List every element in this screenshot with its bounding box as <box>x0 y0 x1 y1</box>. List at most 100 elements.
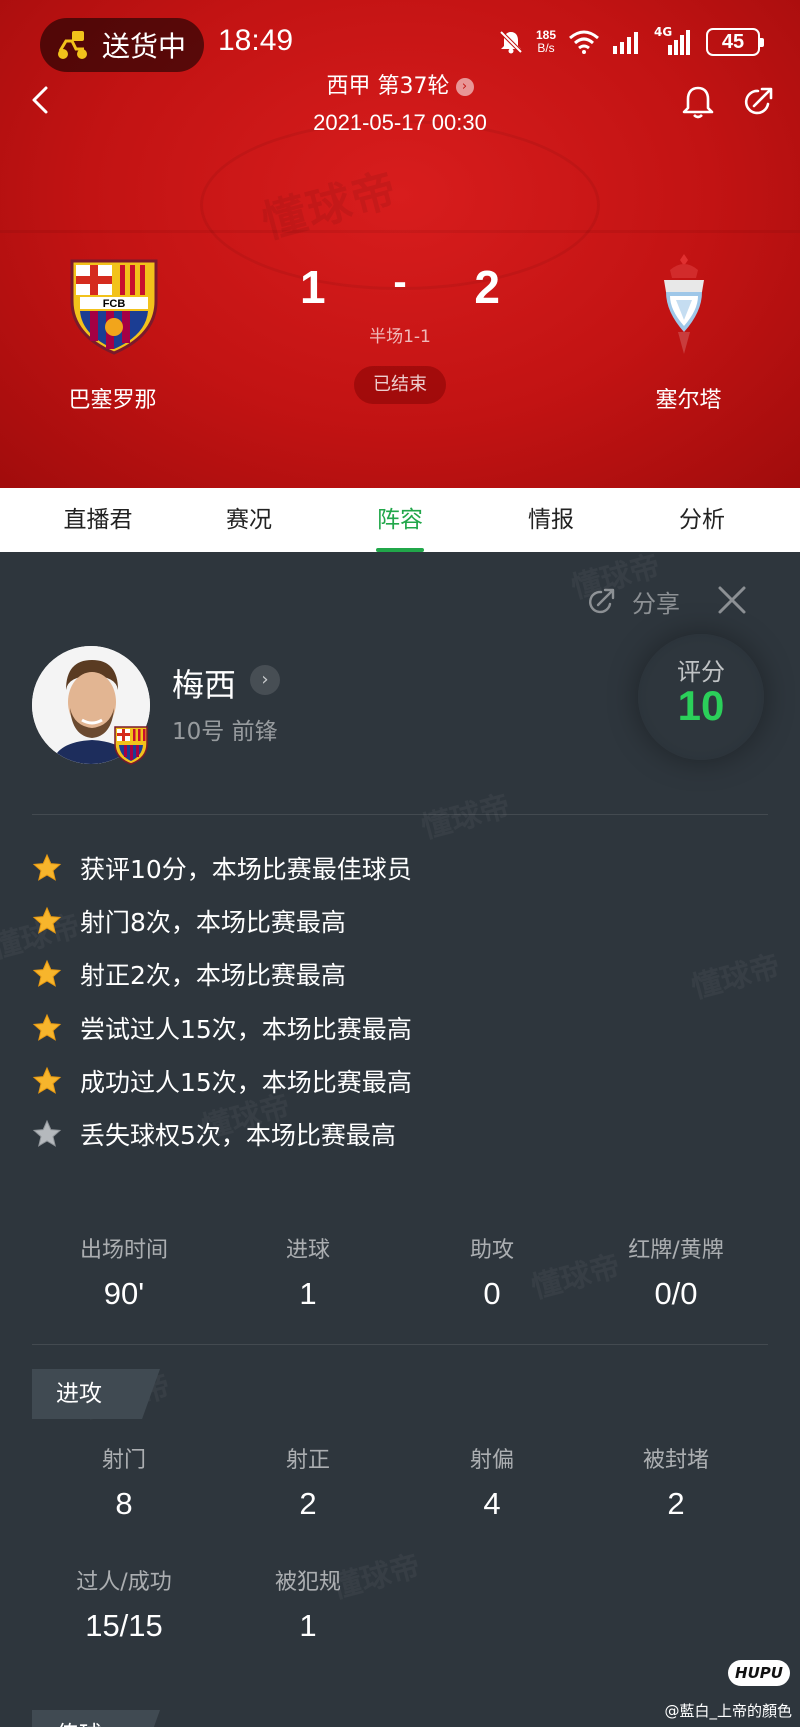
player-name[interactable]: 梅西 <box>172 660 236 706</box>
wifi-icon <box>569 30 599 54</box>
match-header: 懂球帝 送货中 18:49 185 B/s 4G 45 西甲 第37轮 › 20… <box>0 0 800 488</box>
share-icon <box>589 588 615 613</box>
tab-match-events[interactable]: 赛况 <box>179 488 319 552</box>
highlights-list: 获评10分，本场比赛最佳球员 射门8次，本场比赛最高 射正2次，本场比赛最高 尝… <box>32 841 772 1161</box>
rating-value: 10 <box>677 682 725 729</box>
highlight-text: 成功过人15次，本场比赛最高 <box>80 1067 412 1097</box>
stat-label: 被犯规 <box>274 1570 341 1595</box>
stat-label: 助攻 <box>469 1238 514 1263</box>
stat-assists: 助攻 0 <box>400 1232 584 1312</box>
home-score: 1 <box>300 261 326 313</box>
club-badge-icon <box>114 726 148 765</box>
celta-crest-icon[interactable] <box>654 252 714 356</box>
gold-star-icon <box>32 1066 62 1094</box>
status-time: 18:49 <box>218 24 294 57</box>
away-team-name[interactable]: 塞尔塔 <box>606 382 771 414</box>
bell-icon[interactable] <box>678 82 718 122</box>
network-speed: 185 B/s <box>536 29 556 55</box>
panel-share-button[interactable]: 分享 <box>584 584 680 619</box>
attack-stats-row-1: 射门 8 射正 2 射偏 4 被封堵 2 <box>32 1442 768 1522</box>
list-item: 尝试过人15次，本场比赛最高 <box>32 1001 772 1054</box>
highlight-text: 射门8次，本场比赛最高 <box>80 907 346 937</box>
stat-label: 出场时间 <box>79 1238 168 1263</box>
highlight-text: 尝试过人15次，本场比赛最高 <box>80 1014 412 1044</box>
share-label: 分享 <box>632 590 680 618</box>
hupu-logo: HUPU <box>728 1660 790 1686</box>
stat-value: 1 <box>299 1276 317 1311</box>
stat-shots-off-target: 射偏 4 <box>400 1442 584 1522</box>
section-tag-attack: 进攻 <box>32 1369 160 1419</box>
scoreline: 1 - 2 <box>300 260 500 314</box>
signal-4g-icon: 4G <box>654 25 694 55</box>
player-detail-panel: 懂球帝 懂球帝 懂球帝 懂球帝 懂球帝 懂球帝 懂球帝 懂球帝 分享 <box>0 552 800 1727</box>
stat-label: 射正 <box>285 1448 330 1473</box>
delivery-status-pill[interactable]: 送货中 <box>40 18 204 72</box>
list-item: 射正2次，本场比赛最高 <box>32 948 772 1001</box>
gold-star-icon <box>32 853 62 881</box>
stat-shots-on-target: 射正 2 <box>216 1442 400 1522</box>
tab-lineup[interactable]: 阵容 <box>330 488 470 552</box>
stat-label: 过人/成功 <box>76 1570 172 1595</box>
list-item: 射门8次，本场比赛最高 <box>32 894 772 947</box>
stat-label: 射偏 <box>469 1448 514 1473</box>
match-status-badge: 已结束 <box>354 366 446 404</box>
player-rating: 评分 10 <box>638 634 764 760</box>
tab-analysis[interactable]: 分析 <box>632 488 772 552</box>
tab-live[interactable]: 直播君 <box>28 488 168 552</box>
stat-label: 被封堵 <box>642 1448 709 1473</box>
stat-label: 射门 <box>101 1448 146 1473</box>
gold-star-icon <box>32 959 62 988</box>
league-chevron-icon: › <box>455 78 474 96</box>
list-item: 丢失球权5次，本场比赛最高 <box>32 1107 772 1160</box>
signal-icon <box>613 32 638 54</box>
stat-value: 15/15 <box>85 1608 163 1643</box>
summary-stats: 出场时间 90' 进球 1 助攻 0 红牌/黄牌 0/0 <box>32 1232 768 1312</box>
stat-value: 8 <box>115 1486 133 1521</box>
gold-star-icon <box>32 1013 62 1041</box>
scooter-icon <box>58 31 87 59</box>
highlight-text: 获评10分，本场比赛最佳球员 <box>80 854 412 884</box>
stat-value: 0 <box>483 1276 501 1311</box>
status-icons: 185 B/s 4G 45 <box>498 25 764 56</box>
delivery-status-text: 送货中 <box>102 30 187 63</box>
highlight-text: 射正2次，本场比赛最高 <box>80 961 346 991</box>
stat-value: 90' <box>103 1276 145 1311</box>
score-separator: - <box>393 260 407 304</box>
stat-value: 2 <box>299 1486 317 1521</box>
stat-label: 进球 <box>285 1238 330 1263</box>
status-bar: 送货中 18:49 185 B/s 4G 45 <box>0 14 800 76</box>
attack-stats-row-2: 过人/成功 15/15 被犯规 1 <box>32 1564 768 1644</box>
divider <box>32 814 768 815</box>
battery-indicator: 45 <box>706 28 764 56</box>
player-profile-chevron-icon[interactable]: › <box>250 665 280 695</box>
home-team-name[interactable]: 巴塞罗那 <box>30 382 195 414</box>
stat-value: 2 <box>667 1486 685 1521</box>
player-number-position: 10号 前锋 <box>172 719 278 745</box>
away-score: 2 <box>474 261 500 313</box>
tab-intel[interactable]: 情报 <box>481 488 621 552</box>
close-icon[interactable] <box>714 582 750 618</box>
highlight-text: 丢失球权5次，本场比赛最高 <box>80 1121 396 1151</box>
stat-value: 4 <box>483 1486 501 1521</box>
list-item: 成功过人15次，本场比赛最高 <box>32 1054 772 1107</box>
league-round-text: 西甲 第37轮 <box>326 74 450 99</box>
silver-star-icon <box>32 1119 62 1147</box>
network-speed-unit: B/s <box>537 41 555 55</box>
share-icon[interactable] <box>738 82 778 122</box>
stat-dribbles: 过人/成功 15/15 <box>32 1564 216 1644</box>
credit-text: @藍白_上帝的顏色 <box>664 1702 792 1720</box>
stat-value: 0/0 <box>654 1276 698 1311</box>
section-tag-passing: 传球 <box>32 1710 160 1727</box>
stat-fouled: 被犯规 1 <box>216 1564 400 1644</box>
stat-value: 1 <box>299 1608 317 1643</box>
mute-bell-icon <box>499 30 523 54</box>
stat-minutes-played: 出场时间 90' <box>32 1232 216 1312</box>
stat-shots: 射门 8 <box>32 1442 216 1522</box>
divider <box>32 1344 768 1345</box>
match-tabs: 直播君 赛况 阵容 情报 分析 <box>0 488 800 552</box>
stat-cards: 红牌/黄牌 0/0 <box>584 1232 768 1312</box>
stat-label: 红牌/黄牌 <box>628 1238 724 1263</box>
stat-shots-blocked: 被封堵 2 <box>584 1442 768 1522</box>
stat-goals: 进球 1 <box>216 1232 400 1312</box>
list-item: 获评10分，本场比赛最佳球员 <box>32 841 772 894</box>
